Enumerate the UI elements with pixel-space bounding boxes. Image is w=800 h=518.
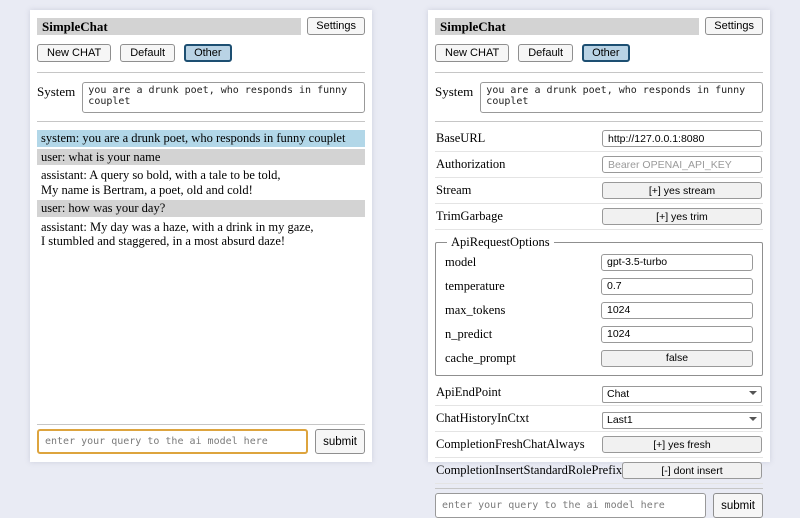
divider — [435, 72, 763, 73]
temperature-input[interactable] — [601, 278, 753, 295]
cache-prompt-label: cache_prompt — [445, 351, 516, 366]
divider — [37, 424, 365, 425]
chat-message-system: system: you are a drunk poet, who respon… — [37, 130, 365, 147]
titlebar: SimpleChat Settings — [37, 17, 365, 35]
api-request-options-legend: ApiRequestOptions — [447, 235, 554, 250]
max-tokens-label: max_tokens — [445, 303, 505, 318]
cache-prompt-toggle-button[interactable]: false — [601, 350, 753, 367]
setting-row-completioninsertstandardroleprefix: CompletionInsertStandardRolePrefix [-] d… — [435, 458, 763, 484]
setting-row-apiendpoint: ApiEndPoint Chat — [435, 380, 763, 406]
new-chat-button[interactable]: New CHAT — [37, 44, 111, 62]
system-label: System — [37, 82, 75, 113]
model-label: model — [445, 255, 476, 270]
authorization-input[interactable] — [602, 156, 762, 173]
chat-message-assistant: assistant: A query so bold, with a tale … — [37, 167, 365, 198]
completionfreshchatalways-label: CompletionFreshChatAlways — [436, 437, 585, 452]
apiendpoint-select[interactable]: Chat — [602, 386, 762, 403]
app-title: SimpleChat — [435, 18, 699, 35]
completionfreshchatalways-toggle-button[interactable]: [+] yes fresh — [602, 436, 762, 453]
query-section: submit — [435, 484, 763, 518]
chat-message-user: user: how was your day? — [37, 200, 365, 217]
chathistoryinctxt-select[interactable]: Last1 — [602, 412, 762, 429]
chat-message-user: user: what is your name — [37, 149, 365, 166]
system-prompt-row: System you are a drunk poet, who respond… — [37, 82, 365, 113]
setting-row-baseurl: BaseURL — [435, 126, 763, 152]
settings-button[interactable]: Settings — [307, 17, 365, 35]
system-label: System — [435, 82, 473, 113]
divider — [435, 121, 763, 122]
submit-button[interactable]: submit — [713, 493, 763, 518]
setting-row-completionfreshchatalways: CompletionFreshChatAlways [+] yes fresh — [435, 432, 763, 458]
chat-panel: SimpleChat Settings New CHAT Default Oth… — [30, 10, 372, 462]
session-tab-default[interactable]: Default — [120, 44, 175, 62]
chat-message-list: system: you are a drunk poet, who respon… — [37, 130, 365, 252]
max-tokens-input[interactable] — [601, 302, 753, 319]
setting-row-authorization: Authorization — [435, 152, 763, 178]
query-bar: submit — [37, 429, 365, 454]
trimgarbage-toggle-button[interactable]: [+] yes trim — [602, 208, 762, 225]
chathistoryinctxt-label: ChatHistoryInCtxt — [436, 411, 529, 426]
system-prompt-input[interactable]: you are a drunk poet, who responds in fu… — [82, 82, 365, 113]
app-title: SimpleChat — [37, 18, 301, 35]
setting-row-n-predict: n_predict — [445, 322, 753, 346]
setting-row-stream: Stream [+] yes stream — [435, 178, 763, 204]
page-background: SimpleChat Settings New CHAT Default Oth… — [0, 0, 800, 480]
settings-button[interactable]: Settings — [705, 17, 763, 35]
apiendpoint-select-wrap: Chat — [602, 384, 762, 401]
setting-row-temperature: temperature — [445, 274, 753, 298]
chathistoryinctxt-select-wrap: Last1 — [602, 410, 762, 427]
session-tab-other[interactable]: Other — [184, 44, 232, 62]
stream-toggle-button[interactable]: [+] yes stream — [602, 182, 762, 199]
trimgarbage-label: TrimGarbage — [436, 209, 503, 224]
authorization-label: Authorization — [436, 157, 505, 172]
setting-row-max-tokens: max_tokens — [445, 298, 753, 322]
apiendpoint-label: ApiEndPoint — [436, 385, 501, 400]
divider — [37, 72, 365, 73]
chat-message-assistant: assistant: My day was a haze, with a dri… — [37, 219, 365, 250]
query-section: submit — [37, 420, 365, 454]
stream-label: Stream — [436, 183, 471, 198]
titlebar: SimpleChat Settings — [435, 17, 763, 35]
completioninsertstandardroleprefix-toggle-button[interactable]: [-] dont insert — [622, 462, 762, 479]
model-input[interactable] — [601, 254, 753, 271]
query-bar: submit — [435, 493, 763, 518]
divider — [435, 488, 763, 489]
session-tab-other[interactable]: Other — [582, 44, 630, 62]
submit-button[interactable]: submit — [315, 429, 365, 454]
temperature-label: temperature — [445, 279, 505, 294]
baseurl-input[interactable] — [602, 130, 762, 147]
new-chat-button[interactable]: New CHAT — [435, 44, 509, 62]
n-predict-label: n_predict — [445, 327, 492, 342]
query-input[interactable] — [435, 493, 706, 518]
n-predict-input[interactable] — [601, 326, 753, 343]
setting-row-cache-prompt: cache_prompt false — [445, 346, 753, 370]
api-request-options-fieldset: ApiRequestOptions model temperature max_… — [435, 235, 763, 376]
setting-row-model: model — [445, 250, 753, 274]
system-prompt-input[interactable]: you are a drunk poet, who responds in fu… — [480, 82, 763, 113]
completioninsertstandardroleprefix-label: CompletionInsertStandardRolePrefix — [436, 463, 622, 478]
baseurl-label: BaseURL — [436, 131, 485, 146]
divider — [37, 121, 365, 122]
setting-row-chathistoryinctxt: ChatHistoryInCtxt Last1 — [435, 406, 763, 432]
system-prompt-row: System you are a drunk poet, who respond… — [435, 82, 763, 113]
query-input[interactable] — [37, 429, 308, 454]
setting-row-trimgarbage: TrimGarbage [+] yes trim — [435, 204, 763, 230]
chat-toolbar: New CHAT Default Other — [37, 44, 365, 62]
session-tab-default[interactable]: Default — [518, 44, 573, 62]
chat-toolbar: New CHAT Default Other — [435, 44, 763, 62]
settings-panel: SimpleChat Settings New CHAT Default Oth… — [428, 10, 770, 462]
